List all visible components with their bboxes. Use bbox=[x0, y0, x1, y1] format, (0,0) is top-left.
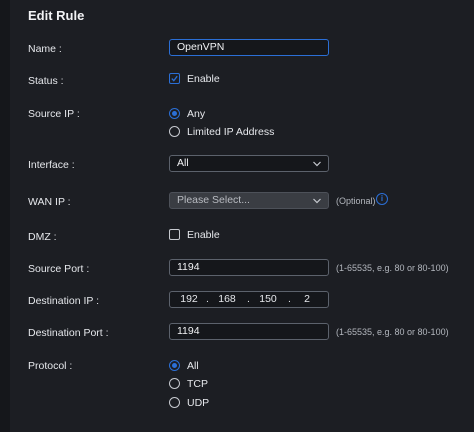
interface-select[interactable]: All bbox=[169, 155, 329, 172]
destination-ip-label: Destination IP : bbox=[28, 295, 100, 307]
destination-ip-octet-2[interactable]: 168 bbox=[210, 293, 244, 305]
status-label: Status : bbox=[28, 75, 64, 87]
destination-ip-octet-3[interactable]: 150 bbox=[251, 293, 285, 305]
protocol-tcp-label: TCP bbox=[187, 378, 208, 390]
status-enable-checkbox[interactable] bbox=[169, 73, 180, 84]
interface-label: Interface : bbox=[28, 159, 75, 171]
chevron-down-icon bbox=[313, 198, 321, 204]
chevron-down-icon bbox=[313, 161, 321, 167]
wan-ip-optional-hint: (Optional) bbox=[336, 196, 376, 206]
interface-select-value: All bbox=[177, 157, 189, 169]
page-title: Edit Rule bbox=[28, 8, 85, 23]
dmz-label: DMZ : bbox=[28, 231, 57, 243]
source-port-label: Source Port : bbox=[28, 263, 90, 275]
protocol-udp-radio[interactable] bbox=[169, 397, 180, 408]
protocol-label: Protocol : bbox=[28, 360, 73, 372]
status-enable-label: Enable bbox=[187, 73, 220, 85]
wan-ip-label: WAN IP : bbox=[28, 196, 71, 208]
name-label: Name : bbox=[28, 43, 62, 55]
destination-port-input[interactable]: 1194 bbox=[169, 323, 329, 340]
edit-rule-panel: Edit Rule Name : OpenVPN Status : Enable… bbox=[10, 0, 474, 432]
source-ip-any-label: Any bbox=[187, 108, 206, 120]
protocol-all-radio[interactable] bbox=[169, 360, 180, 371]
wan-ip-select[interactable]: Please Select... bbox=[169, 192, 329, 209]
source-ip-limited-radio[interactable] bbox=[169, 126, 180, 137]
source-port-hint: (1-65535, e.g. 80 or 80-100) bbox=[336, 263, 449, 273]
destination-port-label: Destination Port : bbox=[28, 327, 109, 339]
dmz-enable-checkbox[interactable] bbox=[169, 229, 180, 240]
ip-separator-dot: . bbox=[206, 293, 209, 305]
destination-port-hint: (1-65535, e.g. 80 or 80-100) bbox=[336, 327, 449, 337]
info-icon[interactable]: i bbox=[376, 193, 388, 205]
name-input-value: OpenVPN bbox=[177, 41, 225, 53]
wan-ip-placeholder: Please Select... bbox=[177, 194, 250, 206]
source-ip-any-radio[interactable] bbox=[169, 108, 180, 119]
source-ip-limited-label: Limited IP Address bbox=[187, 126, 275, 138]
source-port-input[interactable]: 1194 bbox=[169, 259, 329, 276]
protocol-udp-label: UDP bbox=[187, 397, 210, 409]
destination-ip-octet-4[interactable]: 2 bbox=[290, 293, 324, 305]
protocol-all-label: All bbox=[187, 360, 199, 372]
dmz-enable-label: Enable bbox=[187, 229, 220, 241]
destination-ip-octet-1[interactable]: 192 bbox=[172, 293, 206, 305]
check-icon bbox=[171, 75, 178, 82]
destination-port-value: 1194 bbox=[177, 325, 200, 337]
source-port-value: 1194 bbox=[177, 261, 200, 273]
source-ip-label: Source IP : bbox=[28, 108, 80, 120]
name-input[interactable]: OpenVPN bbox=[169, 39, 329, 56]
ip-separator-dot: . bbox=[247, 293, 250, 305]
protocol-tcp-radio[interactable] bbox=[169, 378, 180, 389]
